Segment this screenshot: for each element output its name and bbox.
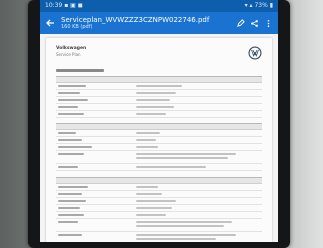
share-icon[interactable]: [250, 19, 259, 28]
table-row: [56, 164, 262, 171]
vw-logo-icon: [248, 46, 262, 60]
table-row: [56, 97, 262, 104]
file-subtitle: 160 KB (pdf): [61, 24, 93, 30]
section-heading-1: [56, 69, 262, 72]
app-bar: Serviceplan_WVWZZZ3CZNPW022746.pdf 160 K…: [40, 12, 278, 34]
back-arrow-icon[interactable]: [45, 18, 55, 28]
table-row: [56, 205, 262, 212]
service-info-table: [56, 123, 262, 171]
status-bar: 10:39 ▪ ▣ ◼ ▾ ▴ 73% ▮: [40, 0, 278, 12]
app-bar-actions: [236, 18, 273, 28]
table-row: [56, 111, 262, 118]
table-row: [56, 130, 262, 137]
table-row: [56, 137, 262, 144]
vehicle-data-table: [56, 76, 262, 118]
sender-name: Volkswagen: [56, 46, 87, 51]
more-options-icon[interactable]: [264, 19, 273, 28]
table-row: [56, 90, 262, 97]
table-row: [56, 151, 262, 164]
table-row: [56, 184, 262, 191]
table-row: [56, 198, 262, 205]
phone-screen: 10:39 ▪ ▣ ◼ ▾ ▴ 73% ▮ Serviceplan_WVWZZZ…: [40, 0, 278, 242]
table-row: [56, 212, 262, 219]
document-sender: Volkswagen Service Plan: [56, 46, 86, 57]
phone-device: 10:39 ▪ ▣ ◼ ▾ ▴ 73% ▮ Serviceplan_WVWZZZ…: [28, 0, 290, 248]
table-row: [56, 232, 262, 242]
status-bar-time: 10:39 ▪ ▣ ◼: [45, 2, 83, 9]
status-bar-indicators: ▾ ▴ 73% ▮: [244, 2, 273, 9]
sender-subtitle: Service Plan: [56, 52, 81, 57]
file-title-block: Serviceplan_WVWZZZ3CZNPW022746.pdf 160 K…: [61, 16, 230, 30]
edit-icon[interactable]: [236, 18, 245, 28]
file-title: Serviceplan_WVWZZZ3CZNPW022746.pdf: [61, 16, 210, 24]
document-header: Volkswagen Service Plan: [56, 46, 262, 60]
table-row: [56, 83, 262, 90]
table-row: [56, 191, 262, 198]
table-row: [56, 144, 262, 151]
pdf-page[interactable]: Volkswagen Service Plan: [46, 38, 272, 242]
service-schedule-table: [56, 177, 262, 242]
table-row: [56, 104, 262, 111]
table-row: [56, 219, 262, 232]
